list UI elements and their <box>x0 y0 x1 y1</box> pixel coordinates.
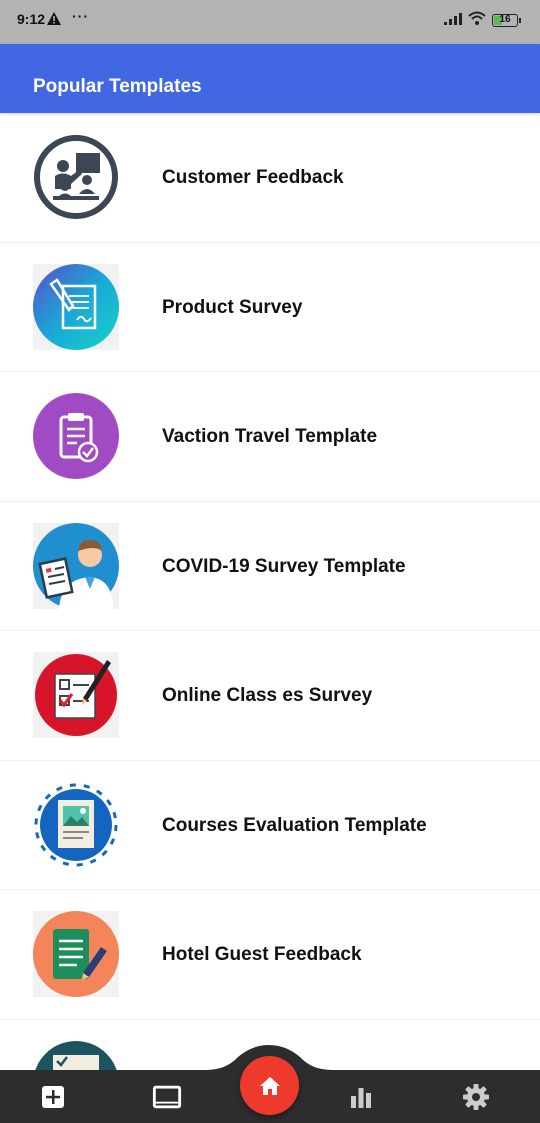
tablet-icon <box>152 1085 182 1109</box>
settings-button[interactable] <box>461 1082 491 1112</box>
signal-icon <box>444 12 462 30</box>
template-item-hotel-guest[interactable]: Hotel Guest Feedback <box>0 890 540 1020</box>
status-bar: 9:12 ··· 16 <box>0 0 540 44</box>
page-title: Popular Templates <box>33 76 202 97</box>
template-label: Courses Evaluation Template <box>162 814 427 836</box>
template-list: Customer Feedback Product Survey Vaction… <box>0 113 540 1070</box>
bar-chart-icon <box>351 1088 371 1108</box>
template-item-vaction-travel[interactable]: Vaction Travel Template <box>0 372 540 502</box>
template-label: Product Survey <box>162 296 303 318</box>
alert-icon <box>47 12 61 30</box>
stats-button[interactable] <box>346 1082 376 1112</box>
wifi-icon <box>468 11 486 30</box>
battery-level: 16 <box>499 14 511 25</box>
add-button[interactable] <box>38 1082 68 1112</box>
template-item-customer-feedback[interactable]: Customer Feedback <box>0 113 540 243</box>
presentation-icon <box>34 135 118 219</box>
status-time: 9:12 <box>17 11 46 27</box>
template-item-online-classes[interactable]: Online Class es Survey <box>0 631 540 761</box>
checklist-pen-icon <box>33 652 119 738</box>
app-bar: Popular Templates <box>0 44 540 113</box>
home-button[interactable] <box>240 1056 299 1115</box>
home-icon <box>259 1076 280 1095</box>
doctor-icon <box>33 522 119 609</box>
tablet-button[interactable] <box>152 1082 182 1112</box>
template-item-covid-survey[interactable]: COVID-19 Survey Template <box>0 502 540 631</box>
notepad-pen-icon <box>33 911 119 997</box>
template-label: Online Class es Survey <box>162 685 373 706</box>
clipboard-check-icon <box>33 393 119 479</box>
document-sign-icon <box>33 263 119 350</box>
template-label: COVID-19 Survey Template <box>162 555 406 577</box>
battery-icon: 16 <box>492 14 521 27</box>
template-label: Customer Feedback <box>162 167 344 188</box>
template-label: Hotel Guest Feedback <box>162 944 362 965</box>
add-icon <box>42 1086 64 1108</box>
template-label: Vaction Travel Template <box>162 426 378 447</box>
template-item-product-survey[interactable]: Product Survey <box>0 243 540 372</box>
image-document-icon <box>34 783 118 866</box>
checklist-icon <box>35 1040 117 1070</box>
settings-icon <box>463 1084 489 1110</box>
status-dots: ··· <box>72 8 89 24</box>
template-item-courses-evaluation[interactable]: Courses Evaluation Template <box>0 761 540 890</box>
